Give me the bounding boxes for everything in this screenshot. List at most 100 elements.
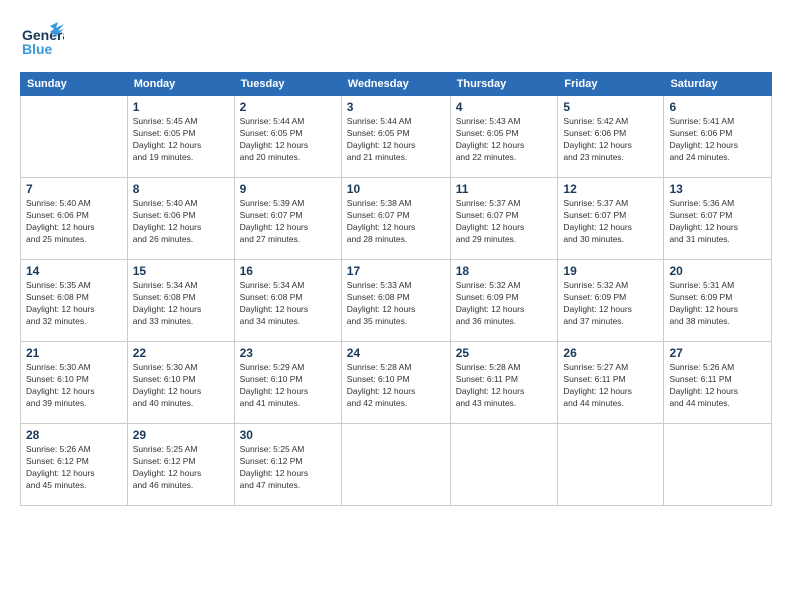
day-number: 5 [563,100,658,114]
logo: General Blue [20,18,68,62]
calendar-cell: 20 Sunrise: 5:31 AM Sunset: 6:09 PM Dayli… [664,260,772,342]
day-number: 21 [26,346,122,360]
calendar-cell: 9 Sunrise: 5:39 AM Sunset: 6:07 PM Daylig… [234,178,341,260]
weekday-header-row: SundayMondayTuesdayWednesdayThursdayFrid… [21,73,772,96]
page: General Blue SundayMondayTuesdayWednesda… [0,0,792,612]
day-info: Sunrise: 5:32 AM Sunset: 6:09 PM Dayligh… [456,280,553,328]
day-info: Sunrise: 5:26 AM Sunset: 6:11 PM Dayligh… [669,362,766,410]
calendar-cell: 11 Sunrise: 5:37 AM Sunset: 6:07 PM Dayli… [450,178,558,260]
day-number: 23 [240,346,336,360]
calendar-cell: 26 Sunrise: 5:27 AM Sunset: 6:11 PM Dayli… [558,342,664,424]
day-number: 27 [669,346,766,360]
svg-text:Blue: Blue [22,41,53,57]
calendar-cell: 3Sunrise: 5:44 AM Sunset: 6:05 PM Daylig… [341,96,450,178]
calendar-cell: 15 Sunrise: 5:34 AM Sunset: 6:08 PM Dayli… [127,260,234,342]
week-row-1: 1Sunrise: 5:45 AM Sunset: 6:05 PM Daylig… [21,96,772,178]
day-info: Sunrise: 5:40 AM Sunset: 6:06 PM Dayligh… [26,198,122,246]
day-number: 29 [133,428,229,442]
day-number: 22 [133,346,229,360]
day-info: Sunrise: 5:33 AM Sunset: 6:08 PM Dayligh… [347,280,445,328]
logo-icon: General Blue [20,18,64,62]
day-number: 14 [26,264,122,278]
day-info: Sunrise: 5:38 AM Sunset: 6:07 PM Dayligh… [347,198,445,246]
day-number: 20 [669,264,766,278]
day-info: Sunrise: 5:31 AM Sunset: 6:09 PM Dayligh… [669,280,766,328]
day-info: Sunrise: 5:30 AM Sunset: 6:10 PM Dayligh… [133,362,229,410]
calendar-cell: 23 Sunrise: 5:29 AM Sunset: 6:10 PM Dayli… [234,342,341,424]
day-info: Sunrise: 5:42 AM Sunset: 6:06 PM Dayligh… [563,116,658,164]
day-number: 6 [669,100,766,114]
day-number: 28 [26,428,122,442]
day-number: 12 [563,182,658,196]
day-info: Sunrise: 5:27 AM Sunset: 6:11 PM Dayligh… [563,362,658,410]
day-info: Sunrise: 5:25 AM Sunset: 6:12 PM Dayligh… [240,444,336,492]
day-number: 9 [240,182,336,196]
day-number: 11 [456,182,553,196]
day-info: Sunrise: 5:43 AM Sunset: 6:05 PM Dayligh… [456,116,553,164]
week-row-4: 21 Sunrise: 5:30 AM Sunset: 6:10 PM Dayli… [21,342,772,424]
calendar-cell: 25Sunrise: 5:28 AM Sunset: 6:11 PM Dayli… [450,342,558,424]
day-info: Sunrise: 5:36 AM Sunset: 6:07 PM Dayligh… [669,198,766,246]
day-number: 19 [563,264,658,278]
day-info: Sunrise: 5:35 AM Sunset: 6:08 PM Dayligh… [26,280,122,328]
weekday-header-thursday: Thursday [450,73,558,96]
calendar-cell [450,424,558,506]
calendar-cell: 8 Sunrise: 5:40 AM Sunset: 6:06 PM Daylig… [127,178,234,260]
weekday-header-sunday: Sunday [21,73,128,96]
calendar-cell: 5 Sunrise: 5:42 AM Sunset: 6:06 PM Daylig… [558,96,664,178]
day-info: Sunrise: 5:37 AM Sunset: 6:07 PM Dayligh… [563,198,658,246]
day-number: 25 [456,346,553,360]
day-number: 26 [563,346,658,360]
calendar-cell: 10 Sunrise: 5:38 AM Sunset: 6:07 PM Dayli… [341,178,450,260]
week-row-2: 7 Sunrise: 5:40 AM Sunset: 6:06 PM Daylig… [21,178,772,260]
calendar-cell: 7 Sunrise: 5:40 AM Sunset: 6:06 PM Daylig… [21,178,128,260]
calendar-cell: 24 Sunrise: 5:28 AM Sunset: 6:10 PM Dayli… [341,342,450,424]
day-number: 15 [133,264,229,278]
day-info: Sunrise: 5:41 AM Sunset: 6:06 PM Dayligh… [669,116,766,164]
day-info: Sunrise: 5:34 AM Sunset: 6:08 PM Dayligh… [133,280,229,328]
calendar-cell: 16Sunrise: 5:34 AM Sunset: 6:08 PM Dayli… [234,260,341,342]
day-info: Sunrise: 5:44 AM Sunset: 6:05 PM Dayligh… [240,116,336,164]
day-info: Sunrise: 5:37 AM Sunset: 6:07 PM Dayligh… [456,198,553,246]
calendar-cell: 4 Sunrise: 5:43 AM Sunset: 6:05 PM Daylig… [450,96,558,178]
calendar-cell: 14 Sunrise: 5:35 AM Sunset: 6:08 PM Dayli… [21,260,128,342]
day-info: Sunrise: 5:30 AM Sunset: 6:10 PM Dayligh… [26,362,122,410]
calendar-cell [21,96,128,178]
week-row-3: 14 Sunrise: 5:35 AM Sunset: 6:08 PM Dayli… [21,260,772,342]
day-number: 8 [133,182,229,196]
day-number: 2 [240,100,336,114]
day-number: 10 [347,182,445,196]
day-number: 24 [347,346,445,360]
calendar-cell: 6 Sunrise: 5:41 AM Sunset: 6:06 PM Daylig… [664,96,772,178]
weekday-header-saturday: Saturday [664,73,772,96]
calendar-cell [664,424,772,506]
day-info: Sunrise: 5:29 AM Sunset: 6:10 PM Dayligh… [240,362,336,410]
day-info: Sunrise: 5:40 AM Sunset: 6:06 PM Dayligh… [133,198,229,246]
day-number: 13 [669,182,766,196]
calendar-cell: 2 Sunrise: 5:44 AM Sunset: 6:05 PM Daylig… [234,96,341,178]
calendar-cell: 29Sunrise: 5:25 AM Sunset: 6:12 PM Dayli… [127,424,234,506]
day-info: Sunrise: 5:26 AM Sunset: 6:12 PM Dayligh… [26,444,122,492]
weekday-header-wednesday: Wednesday [341,73,450,96]
weekday-header-monday: Monday [127,73,234,96]
header: General Blue [20,18,772,62]
day-number: 4 [456,100,553,114]
weekday-header-friday: Friday [558,73,664,96]
day-info: Sunrise: 5:39 AM Sunset: 6:07 PM Dayligh… [240,198,336,246]
calendar-cell: 27 Sunrise: 5:26 AM Sunset: 6:11 PM Dayli… [664,342,772,424]
calendar-cell: 22 Sunrise: 5:30 AM Sunset: 6:10 PM Dayli… [127,342,234,424]
calendar-cell: 1Sunrise: 5:45 AM Sunset: 6:05 PM Daylig… [127,96,234,178]
day-number: 7 [26,182,122,196]
day-info: Sunrise: 5:32 AM Sunset: 6:09 PM Dayligh… [563,280,658,328]
day-info: Sunrise: 5:44 AM Sunset: 6:05 PM Dayligh… [347,116,445,164]
calendar-cell: 17Sunrise: 5:33 AM Sunset: 6:08 PM Dayli… [341,260,450,342]
day-info: Sunrise: 5:34 AM Sunset: 6:08 PM Dayligh… [240,280,336,328]
day-info: Sunrise: 5:28 AM Sunset: 6:10 PM Dayligh… [347,362,445,410]
calendar-cell [558,424,664,506]
calendar: SundayMondayTuesdayWednesdayThursdayFrid… [20,72,772,506]
day-number: 30 [240,428,336,442]
weekday-header-tuesday: Tuesday [234,73,341,96]
day-number: 18 [456,264,553,278]
calendar-cell: 28 Sunrise: 5:26 AM Sunset: 6:12 PM Dayli… [21,424,128,506]
day-info: Sunrise: 5:45 AM Sunset: 6:05 PM Dayligh… [133,116,229,164]
